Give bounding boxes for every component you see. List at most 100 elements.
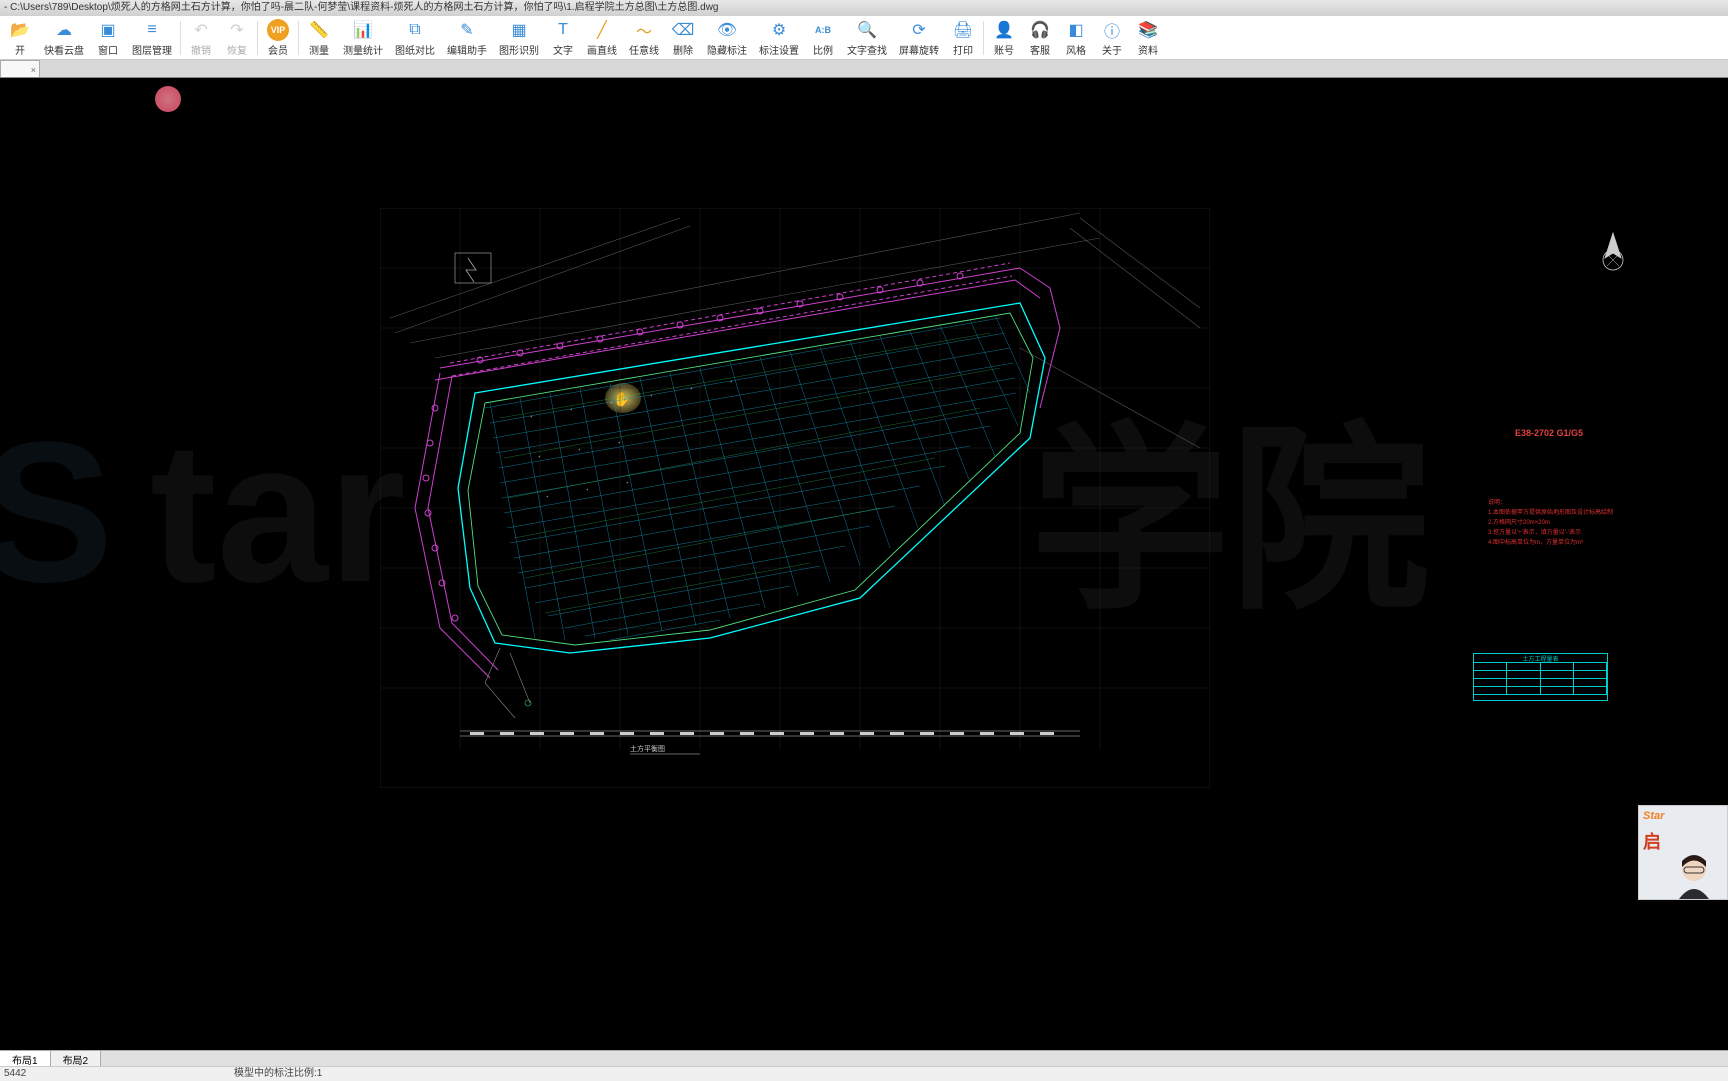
hide-anno-button[interactable]: 👁隐藏标注 (701, 17, 753, 59)
layout-tab-1[interactable]: 布局1 (0, 1051, 51, 1066)
drawing-canvas[interactable]: S tar 学院 ✋ (0, 78, 1728, 1050)
layers-label: 图层管理 (132, 42, 172, 57)
freeline-button[interactable]: ～任意线 (623, 17, 665, 59)
text-label: 文字 (553, 42, 573, 57)
find-text-button[interactable]: 🔍文字查找 (841, 17, 893, 59)
rotate-icon: ⟳ (908, 19, 930, 41)
edit-helper-button[interactable]: ✎编辑助手 (441, 17, 493, 59)
stats-button[interactable]: 📊测量统计 (337, 17, 389, 59)
window-button[interactable]: ▣窗口 (90, 17, 126, 59)
svg-text:+: + (570, 407, 573, 412)
svg-text:+: + (650, 393, 653, 398)
title-text: - C:\Users\789\Desktop\烦死人的方格网土石方计算，你怕了吗… (4, 2, 719, 13)
vip-button[interactable]: VIP会员 (260, 17, 296, 59)
line-label: 画直线 (587, 42, 617, 57)
layout-tab-2[interactable]: 布局2 (51, 1051, 102, 1066)
svg-text:+: + (610, 400, 613, 405)
open-label: 开 (15, 42, 25, 57)
window-label: 窗口 (98, 42, 118, 57)
measure-label: 测量 (309, 42, 329, 57)
webcam-overlay: Star 启 (1638, 805, 1728, 900)
print-label: 打印 (953, 42, 973, 57)
vip-icon: VIP (267, 19, 289, 41)
recognize-icon: ▦ (508, 19, 530, 41)
svg-text:+: + (626, 480, 629, 485)
about-icon: ⓘ (1101, 19, 1123, 41)
ratio-button[interactable]: A:B比例 (805, 17, 841, 59)
status-annotation-scale: 模型中的标注比例:1 (234, 1067, 322, 1080)
anno-set-icon: ⚙ (768, 19, 790, 41)
print-button[interactable]: 🖨打印 (945, 17, 981, 59)
svg-text:+: + (690, 386, 693, 391)
watermark: S (0, 398, 113, 628)
stats-icon: 📊 (352, 19, 374, 41)
ratio-label: 比例 (813, 42, 833, 57)
anno-set-label: 标注设置 (759, 42, 799, 57)
account-icon: 👤 (993, 19, 1015, 41)
freeline-label: 任意线 (629, 42, 659, 57)
support-label: 客服 (1030, 42, 1050, 57)
text-button[interactable]: T文字 (545, 17, 581, 59)
text-icon: T (552, 19, 574, 41)
ratio-icon: A:B (812, 19, 834, 41)
svg-text:+: + (618, 440, 621, 445)
layers-button[interactable]: ≡图层管理 (126, 17, 178, 59)
cad-drawing: +++ +++ +++ +++ (380, 208, 1210, 788)
edit-helper-label: 编辑助手 (447, 42, 487, 57)
recognize-button[interactable]: ▦图形识别 (493, 17, 545, 59)
recording-indicator (155, 86, 181, 112)
hide-anno-icon: 👁 (716, 19, 738, 41)
cloud-label: 快看云盘 (44, 42, 84, 57)
hide-anno-label: 隐藏标注 (707, 42, 747, 57)
document-tab[interactable]: × (0, 60, 40, 77)
compare-icon: ⧉ (404, 19, 426, 41)
support-button[interactable]: 🎧客服 (1022, 17, 1058, 59)
undo-button[interactable]: ↶撤销 (183, 17, 219, 59)
line-button[interactable]: ╱画直线 (581, 17, 623, 59)
account-button[interactable]: 👤账号 (986, 17, 1022, 59)
redo-button[interactable]: ↷恢复 (219, 17, 255, 59)
style-button[interactable]: ◧风格 (1058, 17, 1094, 59)
svg-text:+: + (538, 454, 541, 459)
measure-button[interactable]: 📏测量 (301, 17, 337, 59)
svg-text:+: + (530, 414, 533, 419)
freeline-icon: ～ (633, 19, 655, 41)
status-bar: 5442 模型中的标注比例:1 (0, 1066, 1728, 1080)
measure-icon: 📏 (308, 19, 330, 41)
account-label: 账号 (994, 42, 1014, 57)
drawing-title: 土方平衡图 (630, 744, 665, 754)
find-text-icon: 🔍 (856, 19, 878, 41)
open-button[interactable]: 📂开 (2, 17, 38, 59)
north-arrow-icon (1593, 228, 1633, 278)
webcam-logo: Star (1639, 806, 1727, 826)
compare-label: 图纸对比 (395, 42, 435, 57)
redo-icon: ↷ (226, 19, 248, 41)
delete-button[interactable]: ⌫删除 (665, 17, 701, 59)
about-button[interactable]: ⓘ关于 (1094, 17, 1130, 59)
cloud-button[interactable]: ☁快看云盘 (38, 17, 90, 59)
drawing-code-label: E38-2702 G1/G5 (1515, 428, 1583, 438)
rotate-button[interactable]: ⟳屏幕旋转 (893, 17, 945, 59)
undo-label: 撤销 (191, 42, 211, 57)
layers-icon: ≡ (141, 19, 163, 41)
close-icon[interactable]: × (31, 62, 36, 79)
watermark: tar (150, 398, 406, 628)
svg-text:+: + (586, 487, 589, 492)
window-icon: ▣ (97, 19, 119, 41)
legend-table: 土方工程量表 (1473, 653, 1608, 701)
presenter-avatar (1669, 849, 1719, 899)
svg-text:+: + (730, 379, 733, 384)
recognize-label: 图形识别 (499, 42, 539, 57)
delete-label: 删除 (673, 42, 693, 57)
redo-label: 恢复 (227, 42, 247, 57)
open-icon: 📂 (9, 19, 31, 41)
anno-set-button[interactable]: ⚙标注设置 (753, 17, 805, 59)
data-icon: 📚 (1137, 19, 1159, 41)
data-button[interactable]: 📚资料 (1130, 17, 1166, 59)
stats-label: 测量统计 (343, 42, 383, 57)
title-bar: - C:\Users\789\Desktop\烦死人的方格网土石方计算，你怕了吗… (0, 0, 1728, 16)
support-icon: 🎧 (1029, 19, 1051, 41)
style-icon: ◧ (1065, 19, 1087, 41)
style-label: 风格 (1066, 42, 1086, 57)
compare-button[interactable]: ⧉图纸对比 (389, 17, 441, 59)
